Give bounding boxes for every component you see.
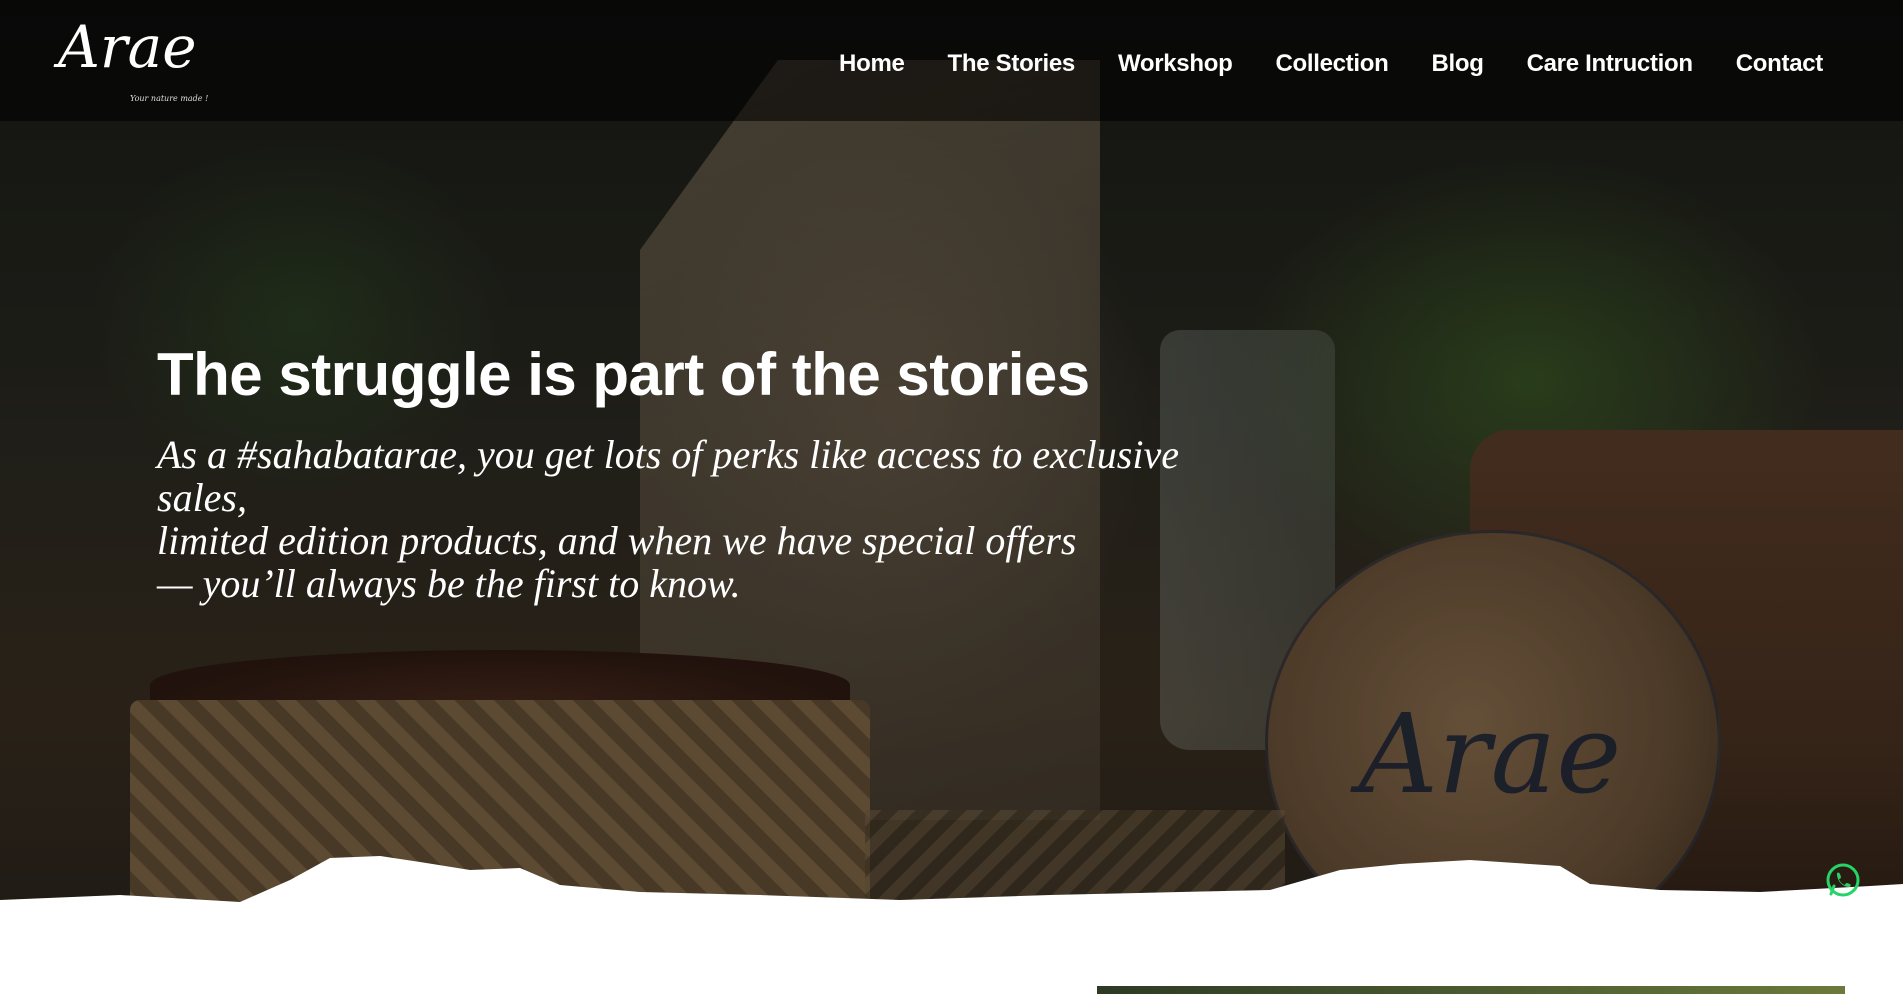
nav-item-care-instruction[interactable]: Care Intruction [1527,50,1693,78]
hero-headline: The struggle is part of the stories [157,341,1090,408]
hero-subtext-line-1: As a #sahabatarae, you get lots of perks… [157,432,1179,520]
nav-item-the-stories[interactable]: The Stories [948,50,1076,78]
logo-text: Arae [58,13,197,81]
nav-item-blog[interactable]: Blog [1431,50,1483,78]
whatsapp-icon [1826,863,1860,897]
hero-subtext: As a #sahabatarae, you get lots of perks… [157,433,1237,605]
nav-item-home[interactable]: Home [839,50,905,78]
brush-divider [0,856,1903,994]
whatsapp-button[interactable] [1825,862,1861,898]
hero-subtext-line-2: limited edition products, and when we ha… [157,518,1077,563]
logo[interactable]: Arae Your nature made ! [58,18,208,108]
logo-tagline: Your nature made ! [130,94,209,103]
section-image-preview [1097,986,1845,994]
navbar: Arae Your nature made ! Home The Stories… [0,0,1903,121]
nav-item-workshop[interactable]: Workshop [1118,50,1233,78]
nav-item-contact[interactable]: Contact [1736,50,1824,78]
nav-item-collection[interactable]: Collection [1275,50,1388,78]
main-nav: Home The Stories Workshop Collection Blo… [796,50,1823,78]
hero-subtext-line-3: — you’ll always be the first to know. [157,561,741,606]
